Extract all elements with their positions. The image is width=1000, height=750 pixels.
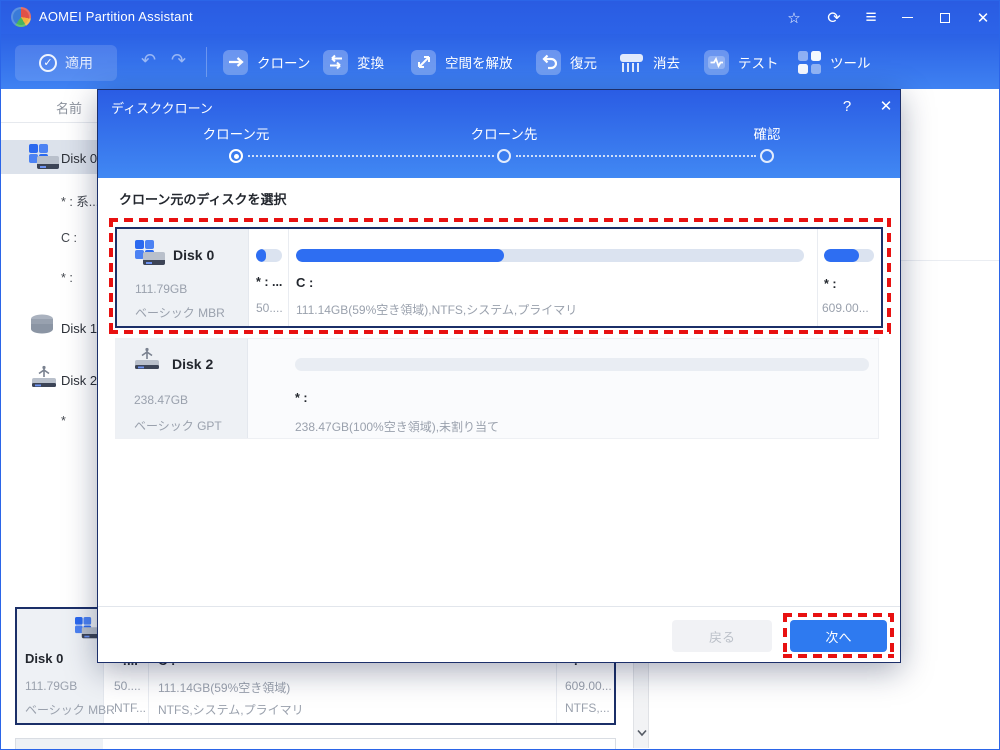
bottom-panel-cell2-top: 111.14GB(59%空き領域) [158,681,291,695]
back-button[interactable]: 戻る [672,620,772,652]
sidebar-item-c-partition[interactable]: C : [61,231,77,245]
sidebar-item-disk2-label[interactable]: Disk 2 [61,373,97,388]
bottom-panel-disk-type: ベーシック MBR [25,703,115,717]
free-space-icon [411,49,436,75]
bottom-panel-cell2-bottom: NTFS,システム,プライマリ [158,703,304,717]
app-title: AOMEI Partition Assistant [39,9,193,24]
disk0-info-cell: Disk 0 111.79GB ベーシック MBR [117,229,249,326]
toolbar: ✓ 適用 ↶ ↷ クローン 変換 空間を解放 復元 消去 テスト ツール [1,34,999,89]
bottom-panel-cell1-top: 50.... [114,679,141,693]
step-radio-source-active [229,149,243,163]
convert-icon [323,49,348,75]
sidebar-item-disk2-partition[interactable]: * [61,414,66,428]
restore-icon [536,49,561,75]
apply-label: 適用 [65,55,93,71]
sidebar-header-name: 名前 [56,101,83,116]
bottom-panel-next-row[interactable] [15,738,616,749]
bottom-panel-disk-info: Disk 0 111.79GB ベーシック MBR [17,609,115,723]
hdd-icon [135,240,165,266]
toolbar-item-convert[interactable]: 変換 [323,44,384,80]
step-label-confirm: 確認 [753,127,781,142]
disk2-size: 238.47GB [134,393,189,407]
bottom-panel-cell3-bottom: NTFS,... [565,701,610,715]
sidebar-item-disk0-label[interactable]: Disk 0 [61,151,97,166]
bottom-panel-cell3-top: 609.00... [565,679,612,693]
partition-bar [295,358,869,371]
sidebar-item-sys-partition[interactable]: * : 系... [61,191,99,210]
bottom-panel-disk-size: 111.79GB [25,679,78,693]
partition3-info: 609.00... [822,301,869,315]
app-logo-icon [11,7,31,27]
toolbar-item-erase[interactable]: 消去 [619,44,680,80]
footer-divider [98,606,900,607]
close-button[interactable]: ✕ [968,1,998,34]
partition1-label: * : ... [256,275,283,289]
disk2-type: ベーシック GPT [134,419,222,433]
step-label-target: クローン先 [470,127,538,142]
step-connector [516,155,756,157]
partition-bar [296,249,804,262]
sidebar-item-star-partition[interactable]: * : [61,271,73,285]
toolbar-divider [206,47,207,77]
disk0-type: ベーシック MBR [135,306,225,320]
toolbar-item-test[interactable]: テスト [704,44,779,80]
clone-icon [223,49,248,75]
bottom-panel-cell1-bottom: NTF... [114,701,146,715]
test-icon [704,49,729,75]
check-icon: ✓ [39,54,57,72]
next-button[interactable]: 次へ [790,620,887,652]
toolbar-item-restore[interactable]: 復元 [536,44,597,80]
step-radio-target [497,149,511,163]
star-icon[interactable]: ☆ [779,1,809,34]
disk2-info-cell: Disk 2 238.47GB ベーシック GPT [116,339,248,438]
toolbar-item-clone[interactable]: クローン [223,44,310,80]
dialog-close-icon[interactable]: ✕ [874,95,898,117]
usb-disk-icon [132,347,162,378]
partition3-label: * : [824,277,837,291]
menu-icon[interactable]: ≡ [856,1,886,34]
maximize-icon [940,12,950,23]
dialog-header: ディスククローン ? ✕ クローン元 クローン先 確認 [98,90,900,178]
erase-icon [619,50,644,75]
disk2-name: Disk 2 [172,356,214,372]
step-connector [248,155,494,157]
disk0-name: Disk 0 [173,247,215,263]
help-icon[interactable]: ? [835,95,859,117]
partition1-info: 50.... [256,301,283,315]
hdd-icon [29,144,59,170]
disk-row-disk0[interactable]: Disk 0 111.79GB ベーシック MBR * : ... 50....… [115,227,883,328]
apply-button[interactable]: ✓ 適用 [15,45,117,81]
app-window: 名前 Disk 0 * : 系... C : * : Disk 1 Disk 2… [0,0,1000,750]
partition-bar [824,249,874,262]
minimize-button[interactable] [892,1,922,34]
minimize-icon [901,16,913,19]
disk2-partition-label: * : [295,391,308,405]
sidebar-item-disk1-label[interactable]: Disk 1 [61,321,97,336]
dialog-title: ディスククローン [111,101,213,116]
partition-bar [256,249,282,262]
maximize-button[interactable] [930,1,960,34]
sidebar-divider [1,122,97,123]
main-area-row-divider [901,260,999,261]
partition2-info: 111.14GB(59%空き領域),NTFS,システム,プライマリ [296,303,578,317]
disk-stack-icon [29,313,56,343]
disk0-size: 111.79GB [135,282,188,296]
scroll-down-icon[interactable] [637,729,647,737]
disk-clone-dialog: ディスククローン ? ✕ クローン元 クローン先 確認 クローン元のディスクを選… [97,89,901,663]
title-bar: AOMEI Partition Assistant ☆ ⟳ ≡ ✕ [1,1,999,34]
toolbar-item-tools[interactable]: ツール [798,44,871,80]
partition2-label: C : [296,275,314,290]
step-radio-confirm [760,149,774,163]
disk2-partition-info: 238.47GB(100%空き領域),未割り当て [295,420,500,434]
tools-icon [798,50,821,74]
usb-disk-icon [29,365,59,396]
disk-row-disk2[interactable]: Disk 2 238.47GB ベーシック GPT * : 238.47GB(1… [115,338,879,439]
bottom-panel-disk-name: Disk 0 [25,651,64,666]
sync-icon[interactable]: ⟳ [819,1,849,34]
step-label-source: クローン元 [202,127,270,142]
undo-icon[interactable]: ↶ [141,51,156,69]
toolbar-item-free-space[interactable]: 空間を解放 [411,44,513,80]
section-label: クローン元のディスクを選択 [119,192,287,207]
redo-icon[interactable]: ↷ [171,51,186,69]
